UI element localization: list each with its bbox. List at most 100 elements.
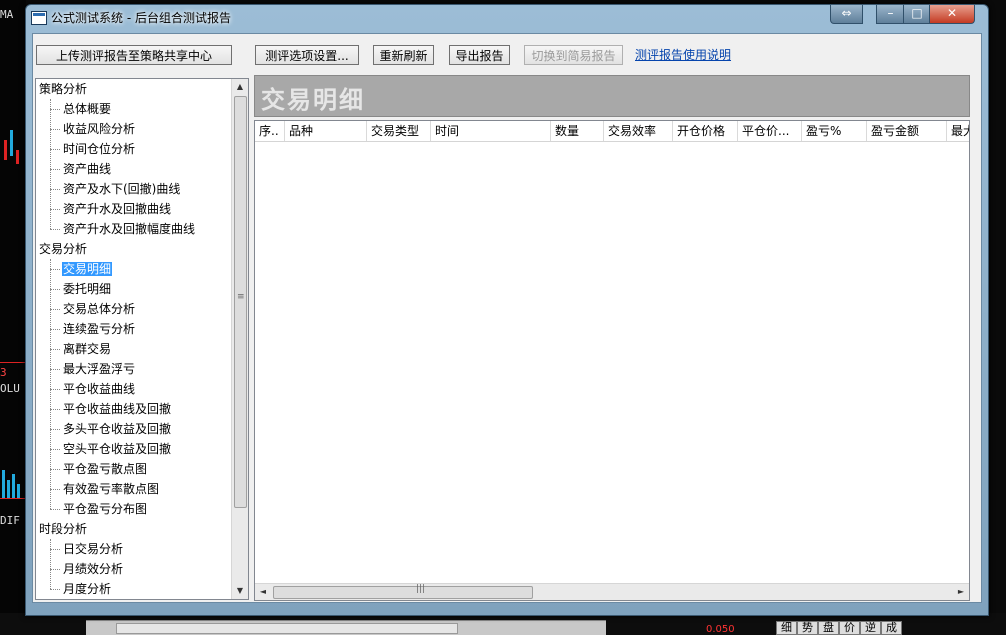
column-header[interactable]: 平仓价... — [738, 121, 802, 141]
tree-item-label: 连续盈亏分析 — [63, 322, 136, 336]
tree-item[interactable]: 交易明细 — [49, 259, 113, 279]
bg-label-num: 3 — [0, 366, 7, 379]
scroll-left-icon[interactable]: ◄ — [255, 584, 271, 600]
restore-icon[interactable]: ⇔ — [830, 5, 863, 24]
bg-candle — [16, 150, 19, 164]
tree-item[interactable]: 资产及水下(回撤)曲线 — [49, 179, 180, 199]
minimize-icon[interactable]: – — [876, 5, 905, 24]
tree-item-label: 空头平仓收益及回撤 — [63, 442, 172, 456]
tree-item-label: 平仓盈亏分布图 — [63, 502, 148, 516]
upload-report-button[interactable]: 上传测评报告至策略共享中心 — [36, 45, 232, 65]
switch-simple-report-button[interactable]: 切换到简易报告 — [524, 45, 623, 65]
bg-volume-bar — [12, 474, 15, 498]
tree-item[interactable]: 连续盈亏分析 — [49, 319, 135, 339]
bg-label-volume: OLU — [0, 382, 20, 395]
table-scroll-thumb[interactable]: ||| — [273, 584, 533, 599]
tree-item[interactable]: 资产升水及回撤幅度曲线 — [49, 219, 195, 239]
column-header[interactable]: 交易类型 — [367, 121, 431, 141]
tree-item-label: 最大浮盈浮亏 — [63, 362, 136, 376]
export-report-button[interactable]: 导出报告 — [449, 45, 510, 65]
tree-item-label: 有效盈亏率散点图 — [63, 482, 160, 496]
bg-volume-bar — [17, 484, 20, 498]
tree-item[interactable]: 日交易分析 — [49, 539, 123, 559]
report-help-link[interactable]: 测评报告使用说明 — [635, 46, 731, 63]
tree-item-label: 资产曲线 — [63, 162, 112, 176]
tree-item[interactable]: 总体概要 — [49, 99, 111, 119]
tree-item-label: 月绩效分析 — [63, 562, 124, 576]
background-scroll-thumb[interactable] — [116, 623, 458, 634]
column-header[interactable]: 开仓价格 — [673, 121, 738, 141]
tree-item-label: 时段分析 — [39, 522, 88, 536]
test-options-button[interactable]: 测评选项设置... — [255, 45, 359, 65]
tree-item[interactable]: 收益风险分析 — [49, 119, 135, 139]
bg-line — [0, 498, 26, 499]
window-title: 公式测试系统 - 后台组合测试报告 — [51, 11, 231, 25]
refresh-button[interactable]: 重新刷新 — [373, 45, 434, 65]
tree-item[interactable]: 有效盈亏率散点图 — [49, 479, 159, 499]
column-header[interactable]: 盈亏% — [802, 121, 867, 141]
column-header[interactable]: 数量 — [551, 121, 604, 141]
scroll-right-icon[interactable]: ► — [953, 584, 969, 600]
tree-vertical-scrollbar[interactable]: ▲ ≡ ▼ — [231, 79, 248, 599]
tree-category[interactable]: 交易分析 — [39, 239, 87, 259]
tree-scroll-thumb[interactable]: ≡ — [234, 96, 247, 508]
bg-tab[interactable]: 盘 — [818, 621, 839, 635]
report-nav-tree[interactable]: 策略分析 总体概要 收益风险分析时间仓位分析 资产曲线资产及水下(回撤)曲线资产升水及… — [35, 78, 249, 600]
tree-item[interactable]: 离群交易 — [49, 339, 111, 359]
tree-item[interactable]: 资产升水及回撤曲线 — [49, 199, 171, 219]
column-header[interactable]: 盈亏金额 — [867, 121, 947, 141]
tree-item-label: 委托明细 — [63, 282, 112, 296]
tree-item[interactable]: 时间仓位分析 — [49, 139, 135, 159]
trade-detail-table[interactable]: 序..品种交易类型时间数量交易效率开仓价格平仓价...盈亏%盈亏金额最大 ◄ |… — [254, 120, 970, 601]
tree-item[interactable]: 平仓盈亏分布图 — [49, 499, 147, 519]
scroll-grip-icon: ≡ — [237, 292, 245, 302]
bg-tab[interactable]: 势 — [797, 621, 818, 635]
tree-item-label: 交易分析 — [39, 242, 88, 256]
maximize-icon[interactable]: □ — [903, 5, 931, 24]
tree-item[interactable]: 交易总体分析 — [49, 299, 135, 319]
bg-bottom-number: 0.050 — [706, 624, 735, 635]
tree-item-label: 交易总体分析 — [63, 302, 136, 316]
column-header[interactable]: 品种 — [285, 121, 367, 141]
close-icon[interactable]: ✕ — [929, 5, 975, 24]
tree-item-label: 离群交易 — [63, 342, 112, 356]
column-header[interactable]: 交易效率 — [604, 121, 673, 141]
tree-item-label: 交易明细 — [62, 262, 113, 276]
bg-label-ma: MA — [0, 8, 14, 21]
tree-item[interactable]: 月度分析 — [49, 579, 111, 599]
bg-tab[interactable]: 价 — [839, 621, 860, 635]
tree-item-label: 平仓盈亏散点图 — [63, 462, 148, 476]
background-tabs: 细 势 盘 价 逆 成 — [776, 621, 902, 635]
report-window: 公式测试系统 - 后台组合测试报告 ⇔ – □ ✕ 上传测评报告至策略共享中心 … — [25, 4, 989, 616]
tree-item[interactable]: 最大浮盈浮亏 — [49, 359, 135, 379]
tree-item[interactable]: 平仓盈亏散点图 — [49, 459, 147, 479]
tree-connector-line — [50, 99, 51, 229]
bg-tab[interactable]: 逆 — [860, 621, 881, 635]
tree-item[interactable]: 空头平仓收益及回撤 — [49, 439, 171, 459]
column-header[interactable]: 时间 — [431, 121, 551, 141]
tree-category[interactable]: 策略分析 — [39, 79, 87, 99]
tree-item-label: 时间仓位分析 — [63, 142, 136, 156]
scroll-down-icon[interactable]: ▼ — [232, 583, 248, 599]
app-icon — [31, 11, 47, 25]
column-header[interactable]: 最大 — [947, 121, 969, 141]
background-chart-left: MA OLU DIF 3 — [0, 0, 26, 635]
tree-item[interactable]: 平仓收益曲线及回撤 — [49, 399, 171, 419]
table-horizontal-scrollbar[interactable]: ◄ ||| ► — [255, 583, 969, 600]
tree-item[interactable]: 多头平仓收益及回撤 — [49, 419, 171, 439]
bg-tab[interactable]: 细 — [776, 621, 797, 635]
title-bar[interactable]: 公式测试系统 - 后台组合测试报告 ⇔ – □ ✕ — [26, 5, 988, 31]
tree-item-label: 资产及水下(回撤)曲线 — [63, 182, 181, 196]
panel-title: 交易明细 — [261, 85, 365, 114]
tree-category[interactable]: 时段分析 — [39, 519, 87, 539]
tree-item-label: 日交易分析 — [63, 542, 124, 556]
tree-item[interactable]: 资产曲线 — [49, 159, 111, 179]
tree-item[interactable]: 月绩效分析 — [49, 559, 123, 579]
tree-connector-line — [50, 539, 51, 589]
column-header[interactable]: 序.. — [255, 121, 285, 141]
tree-item[interactable]: 平仓收益曲线 — [49, 379, 135, 399]
tree-item[interactable]: 委托明细 — [49, 279, 111, 299]
bg-tab[interactable]: 成 — [881, 621, 902, 635]
scroll-up-icon[interactable]: ▲ — [232, 79, 248, 95]
background-scrollbar[interactable] — [86, 620, 606, 635]
